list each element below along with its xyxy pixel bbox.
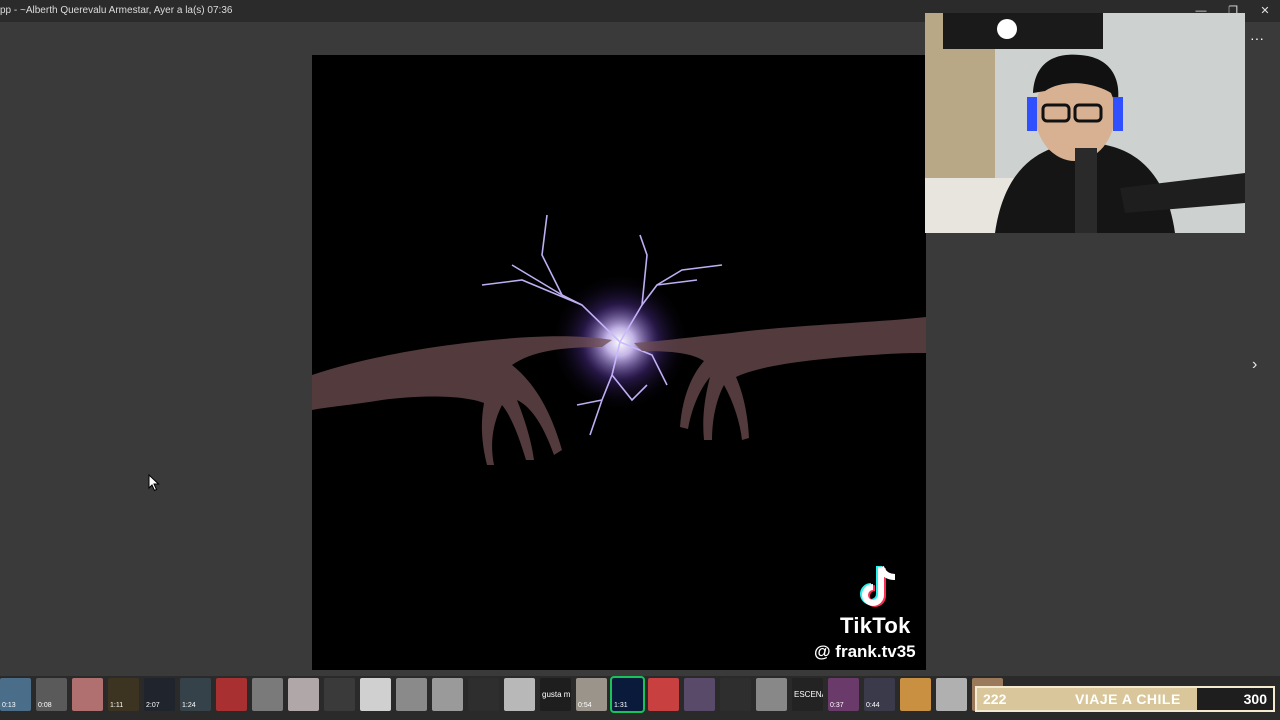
filmstrip-thumbnail[interactable] [756, 678, 787, 711]
more-options-button[interactable]: ··· [1250, 30, 1264, 46]
thumbnail-duration: 0:13 [2, 702, 16, 709]
filmstrip-thumbnail[interactable] [684, 678, 715, 711]
goal-label: VIAJE A CHILE [1075, 691, 1181, 707]
goal-target-value: 300 [1243, 691, 1267, 707]
filmstrip-thumbnail[interactable] [936, 678, 967, 711]
filmstrip-thumbnail[interactable]: 0:37 [828, 678, 859, 711]
filmstrip-thumbnail[interactable] [504, 678, 535, 711]
filmstrip-thumbnail[interactable] [432, 678, 463, 711]
filmstrip-thumbnail[interactable] [900, 678, 931, 711]
thumbnail-duration: 0:44 [866, 702, 880, 709]
thumbnail-caption: ESCENA [794, 690, 823, 699]
filmstrip-thumbnail[interactable]: 0:44 [864, 678, 895, 711]
streamer-webcam-image [925, 13, 1245, 233]
filmstrip-thumbnail[interactable] [216, 678, 247, 711]
filmstrip-thumbnail[interactable]: 1:31 [610, 676, 645, 713]
goal-target-box: 300 [1197, 688, 1273, 710]
filmstrip-thumbnail[interactable]: 1:24 [180, 678, 211, 711]
filmstrip-thumbnail[interactable]: 0:54 [576, 678, 607, 711]
filmstrip-thumbnail[interactable]: 2:07 [144, 678, 175, 711]
filmstrip-thumbnail[interactable] [288, 678, 319, 711]
tiktok-brand-label: TikTok [840, 613, 911, 638]
filmstrip-thumbnail[interactable] [648, 678, 679, 711]
filmstrip-thumbnail[interactable]: 1:11 [108, 678, 139, 711]
tiktok-handle-label: @ frank.tv35 [814, 642, 916, 661]
next-image-button[interactable]: › [1252, 356, 1257, 374]
thumbnail-duration: 0:54 [578, 702, 592, 709]
filmstrip-thumbnail[interactable] [252, 678, 283, 711]
close-button[interactable]: ✕ [1250, 0, 1280, 22]
tiktok-icon [860, 565, 896, 607]
thumbnail-duration: 1:11 [110, 702, 124, 709]
thumbnail-caption: gusta m [542, 690, 571, 699]
thumbnail-duration: 1:24 [182, 702, 196, 709]
filmstrip-thumbnail[interactable] [468, 678, 499, 711]
filmstrip-thumbnail[interactable]: 0:08 [36, 678, 67, 711]
filmstrip-thumbnail[interactable]: ESCENA [792, 678, 823, 711]
thumbnail-duration: 2:07 [146, 702, 160, 709]
thumbnail-duration: 0:08 [38, 702, 52, 709]
filmstrip-thumbnail[interactable] [720, 678, 751, 711]
thumbnail-duration: 0:37 [830, 702, 844, 709]
filmstrip-thumbnail[interactable] [360, 678, 391, 711]
window-title: pp - ~Alberth Querevalu Armestar, Ayer a… [0, 5, 233, 16]
viewed-image: TikTok @ frank.tv35 [312, 55, 926, 670]
filmstrip-thumbnail[interactable]: gusta m [540, 678, 571, 711]
webcam-overlay [925, 13, 1245, 233]
lightning-hands-image [312, 55, 926, 670]
goal-overlay: 222 VIAJE A CHILE 300 [975, 686, 1275, 712]
filmstrip-thumbnail[interactable] [396, 678, 427, 711]
thumbnail-duration: 1:31 [614, 702, 628, 709]
filmstrip-thumbnail[interactable] [324, 678, 355, 711]
filmstrip-thumbnail[interactable] [72, 678, 103, 711]
goal-current-count: 222 [983, 691, 1007, 707]
mouse-pointer-icon [148, 474, 160, 492]
filmstrip-thumbnail[interactable]: 0:13 [0, 678, 31, 711]
